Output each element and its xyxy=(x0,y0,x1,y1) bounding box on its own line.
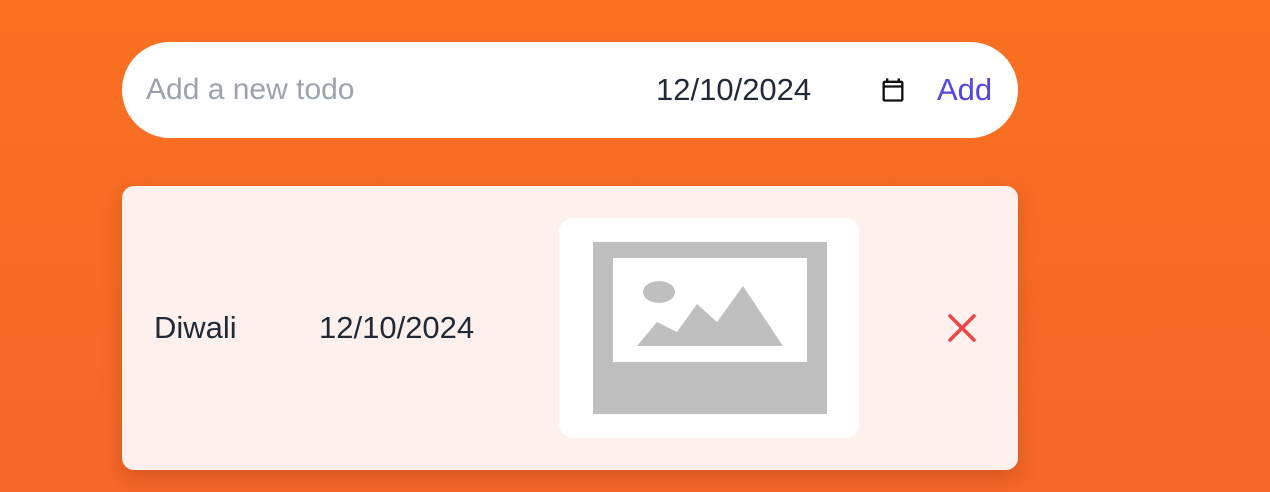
todo-date-input[interactable]: 12/10/2024 xyxy=(656,72,811,108)
close-icon[interactable] xyxy=(946,312,978,344)
new-todo-form: 12/10/2024 Add xyxy=(122,42,1018,138)
todo-image xyxy=(559,218,859,438)
todo-item: Diwali 12/10/2024 xyxy=(122,186,1018,470)
calendar-icon[interactable] xyxy=(879,76,907,104)
todo-text-input[interactable] xyxy=(146,68,586,112)
todo-date: 12/10/2024 xyxy=(319,310,475,345)
image-placeholder-icon xyxy=(593,242,827,414)
todo-title: Diwali xyxy=(154,310,237,345)
add-button[interactable]: Add xyxy=(937,72,992,108)
